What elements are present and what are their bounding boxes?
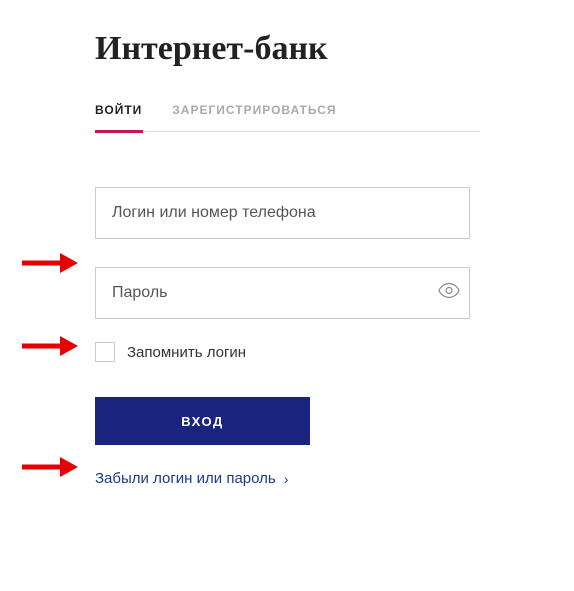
annotation-arrow-password (20, 334, 80, 358)
chevron-right-icon: › (284, 471, 289, 487)
active-tab-indicator (95, 130, 143, 133)
annotation-arrow-login (20, 251, 80, 275)
remember-login-label: Запомнить логин (127, 344, 246, 361)
tab-register[interactable]: ЗАРЕГИСТРИРОВАТЬСЯ (172, 103, 336, 131)
forgot-credentials-link[interactable]: Забыли логин или пароль › (95, 470, 288, 487)
page-title: Интернет-банк (95, 30, 480, 68)
password-field-group (95, 267, 480, 319)
toggle-password-visibility-icon[interactable] (438, 283, 460, 304)
annotation-arrow-submit (20, 455, 80, 479)
forgot-credentials-label: Забыли логин или пароль (95, 470, 276, 487)
login-input[interactable] (95, 187, 470, 239)
remember-login-row: Запомнить логин (95, 342, 480, 362)
login-field-group (95, 187, 480, 239)
password-input[interactable] (95, 267, 470, 319)
tab-login[interactable]: ВОЙТИ (95, 103, 142, 131)
remember-login-checkbox[interactable] (95, 342, 115, 362)
auth-tabs: ВОЙТИ ЗАРЕГИСТРИРОВАТЬСЯ (95, 103, 480, 132)
login-submit-button[interactable]: ВХОД (95, 397, 310, 445)
